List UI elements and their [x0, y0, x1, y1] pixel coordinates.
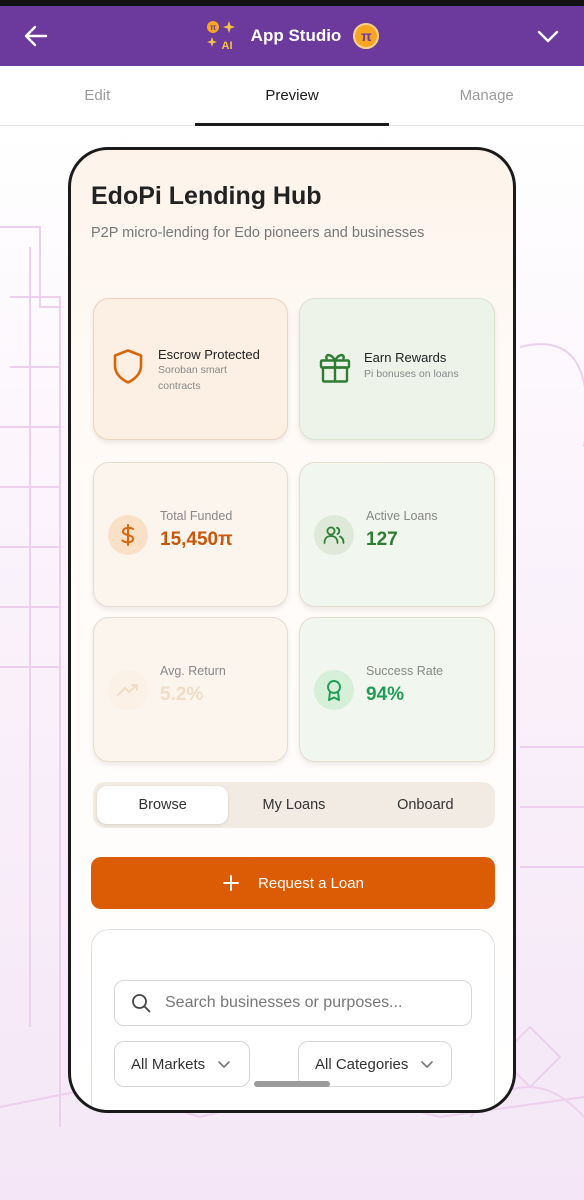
- stat-card-avg-return: Avg. Return 5.2%: [93, 617, 288, 762]
- svg-text:AI: AI: [221, 40, 232, 52]
- stat-card-active-loans: Active Loans 127: [299, 462, 495, 607]
- stat-label: Success Rate: [366, 664, 444, 678]
- header-title: App Studio: [250, 26, 342, 45]
- tab-preview[interactable]: Preview: [194, 66, 390, 126]
- category-select-value: All Categories: [315, 1055, 409, 1073]
- tab-manage[interactable]: Manage: [389, 66, 584, 125]
- stat-value: 127: [366, 529, 398, 550]
- segment-onboard[interactable]: Onboard: [360, 786, 491, 824]
- feature-subtitle: Soroban smart contracts: [158, 364, 227, 392]
- search-field[interactable]: [114, 980, 472, 1026]
- feature-subtitle: Pi bonuses on loans: [364, 368, 459, 380]
- pi-coin-icon: π: [353, 23, 380, 49]
- home-indicator[interactable]: [254, 1081, 330, 1087]
- award-icon: [314, 669, 354, 710]
- studio-tabs: Edit Preview Manage: [0, 66, 584, 126]
- market-select-value: All Markets: [131, 1055, 206, 1073]
- segment-browse[interactable]: Browse: [97, 786, 229, 824]
- svg-text:π: π: [210, 23, 216, 32]
- plus-icon: [223, 875, 240, 891]
- stat-value: 5.2%: [160, 684, 204, 705]
- stat-value: 94%: [366, 684, 405, 705]
- view-segmented-control: Browse My Loans Onboard: [93, 782, 495, 828]
- header-brand: π AI App Studio π: [205, 19, 380, 53]
- chevron-down-icon: [218, 1061, 230, 1068]
- gift-icon: [318, 350, 352, 389]
- request-loan-button[interactable]: Request a Loan: [91, 857, 495, 909]
- back-button[interactable]: [20, 20, 52, 52]
- market-select[interactable]: All Markets: [114, 1041, 250, 1087]
- app-subtitle: P2P micro-lending for Edo pioneers and b…: [91, 225, 425, 241]
- stat-label: Total Funded: [160, 509, 233, 523]
- app-studio-header: π AI App Studio π: [0, 6, 584, 66]
- stat-label: Active Loans: [366, 509, 438, 523]
- shield-icon: [112, 349, 144, 390]
- chevron-down-icon: [421, 1061, 434, 1068]
- ai-sparkle-icon: π AI: [205, 19, 239, 53]
- feature-title: Escrow Protected: [158, 347, 260, 362]
- dollar-icon: [108, 514, 148, 555]
- feature-title: Earn Rewards: [364, 350, 447, 365]
- request-loan-label: Request a Loan: [258, 874, 364, 892]
- stat-label: Avg. Return: [160, 664, 226, 678]
- search-input[interactable]: [165, 994, 455, 1012]
- arrow-left-icon: [24, 25, 48, 47]
- trending-up-icon: [108, 669, 148, 710]
- chevron-down-icon: [537, 30, 559, 43]
- stat-card-success-rate: Success Rate 94%: [299, 617, 495, 762]
- stat-card-total-funded: Total Funded 15,450π: [93, 462, 288, 607]
- app-header: EdoPi Lending Hub P2P micro-lending for …: [91, 182, 493, 241]
- pi-symbol: π: [360, 28, 372, 44]
- header-menu-button[interactable]: [532, 20, 564, 52]
- segment-my-loans[interactable]: My Loans: [228, 786, 359, 824]
- app-title: EdoPi Lending Hub: [91, 182, 322, 210]
- search-icon: [132, 994, 151, 1013]
- feature-card-escrow: Escrow Protected Soroban smart contracts: [93, 298, 288, 440]
- phone-preview-frame: EdoPi Lending Hub P2P micro-lending for …: [68, 147, 516, 1113]
- users-icon: [314, 514, 354, 555]
- stat-value: 15,450π: [160, 529, 233, 550]
- feature-card-rewards: Earn Rewards Pi bonuses on loans: [299, 298, 495, 440]
- tab-edit[interactable]: Edit: [0, 66, 195, 125]
